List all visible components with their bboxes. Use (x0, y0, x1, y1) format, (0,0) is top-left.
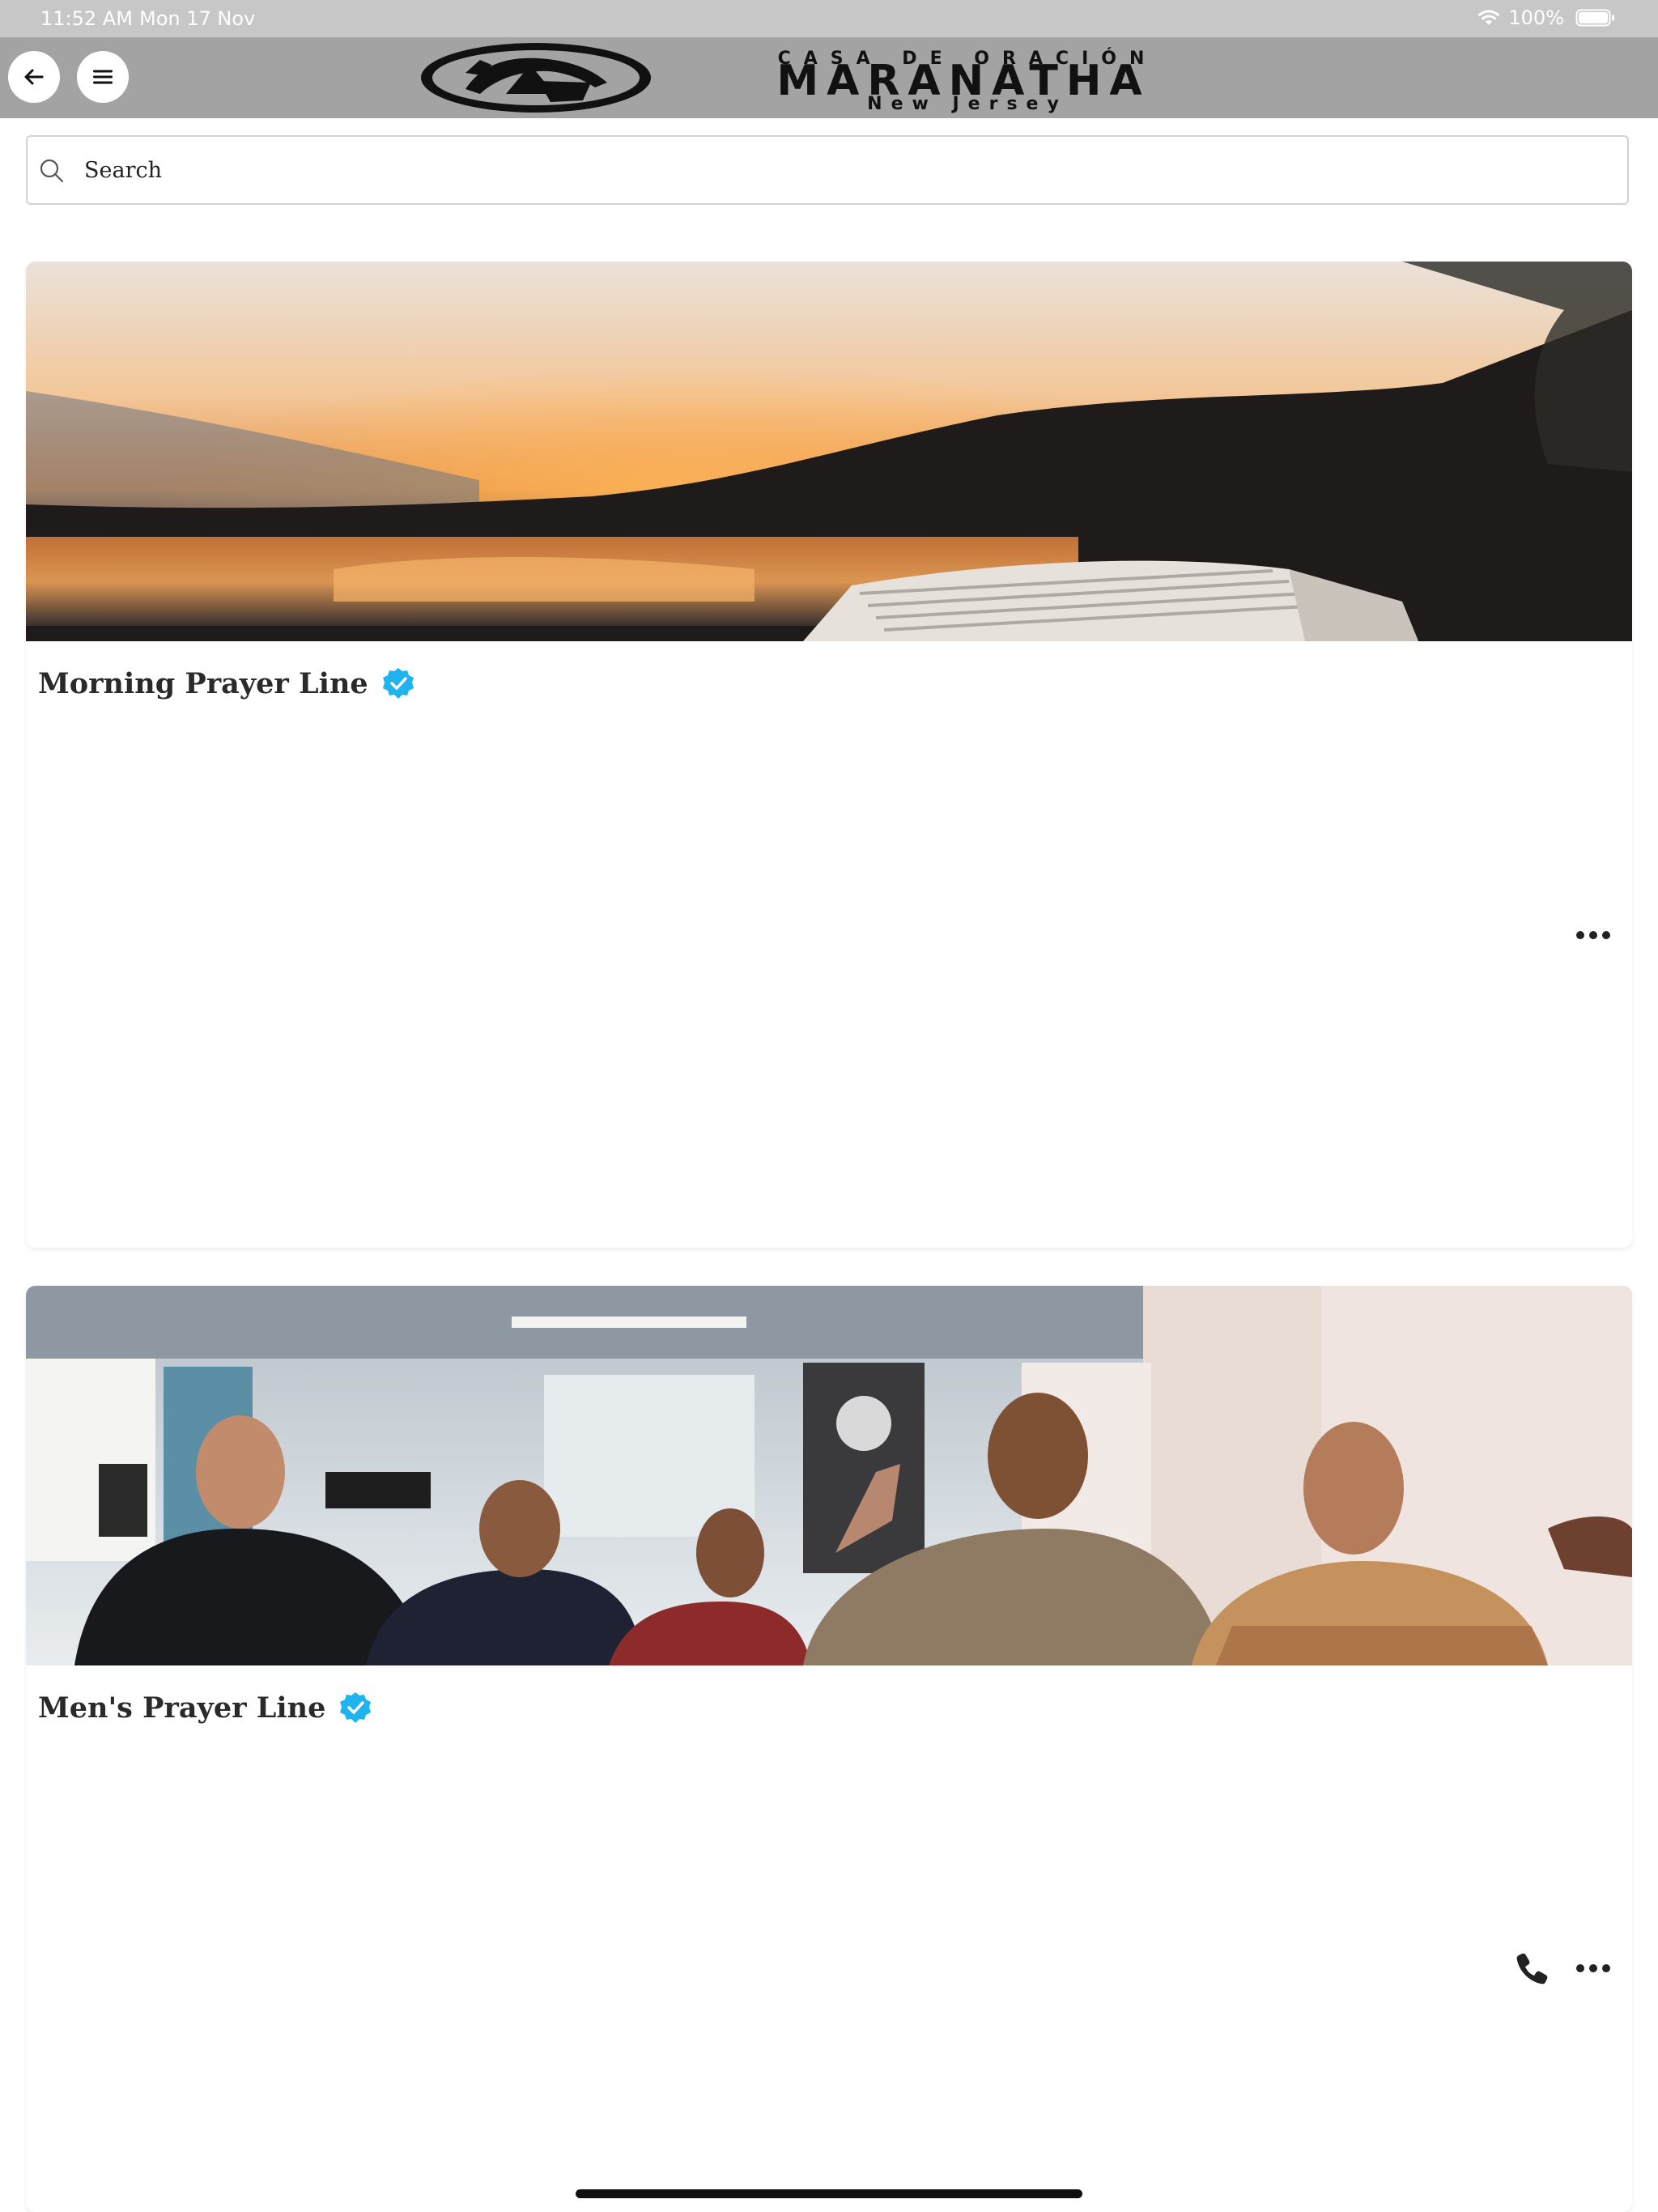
status-date: Mon 17 Nov (139, 7, 256, 30)
card-actions (1515, 1950, 1612, 1986)
search-icon (37, 156, 66, 185)
logo-emblem-icon (417, 40, 656, 115)
hamburger-menu-icon (93, 70, 113, 84)
card-title-row: Morning Prayer Line (38, 666, 415, 700)
status-time: 11:52 AM (40, 7, 133, 30)
battery-percent: 100% (1508, 6, 1564, 29)
back-button[interactable] (8, 51, 60, 103)
card-title[interactable]: Men's Prayer Line (38, 1691, 325, 1725)
prayer-line-card[interactable]: Men's Prayer Line (26, 1286, 1632, 2212)
verified-badge-icon (340, 1692, 372, 1723)
more-horizontal-icon (1576, 1964, 1610, 1972)
app-header: CASA DE ORACIÓN MARANATHA New Jersey (0, 37, 1658, 118)
verified-badge-icon (382, 668, 414, 699)
status-indicators: 100% (1476, 6, 1616, 29)
prayer-line-card[interactable]: Morning Prayer Line (26, 262, 1632, 1248)
call-button[interactable] (1515, 1950, 1550, 1986)
search-input[interactable] (84, 148, 1606, 192)
search-bar[interactable] (26, 135, 1629, 205)
card-image-sunset-bible[interactable] (26, 262, 1632, 641)
card-actions (1575, 929, 1612, 941)
more-horizontal-icon (1576, 931, 1610, 939)
arrow-left-icon (24, 69, 44, 85)
home-indicator[interactable] (576, 2189, 1082, 2198)
church-logo: CASA DE ORACIÓN MARANATHA New Jersey (417, 37, 1243, 118)
more-options-button[interactable] (1575, 929, 1612, 941)
card-image-men-praying[interactable] (26, 1286, 1632, 1665)
menu-button[interactable] (77, 51, 129, 103)
wifi-icon (1478, 10, 1500, 25)
phone-icon (1516, 1953, 1548, 1984)
battery-icon (1575, 9, 1614, 27)
status-bar: 11:52 AM Mon 17 Nov 100% (0, 0, 1658, 37)
card-title[interactable]: Morning Prayer Line (38, 667, 368, 700)
logo-sub-text: New Jersey (867, 94, 1068, 114)
more-options-button[interactable] (1575, 1963, 1612, 1974)
card-title-row: Men's Prayer Line (38, 1691, 372, 1725)
